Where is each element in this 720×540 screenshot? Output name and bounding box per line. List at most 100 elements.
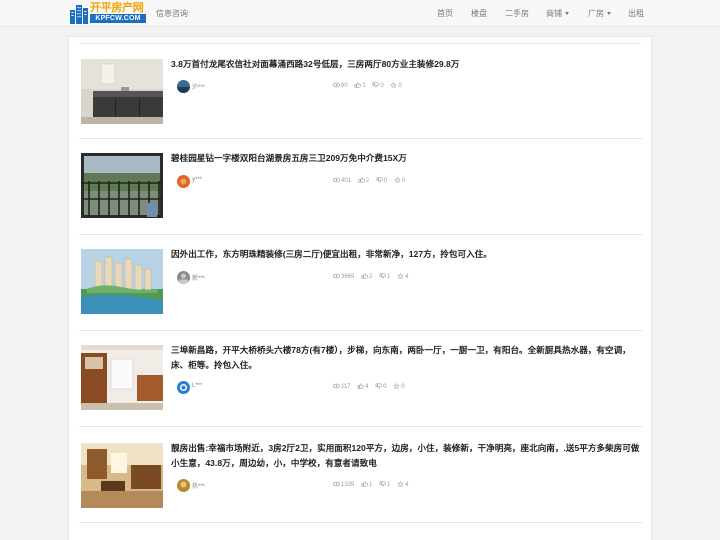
avatar[interactable]: [177, 175, 190, 188]
nav-rent[interactable]: 出租: [628, 0, 644, 27]
nav-new-homes[interactable]: 楼盘: [471, 0, 487, 27]
likes-count: 1: [362, 83, 366, 89]
nav-second-hand[interactable]: 二手房: [505, 0, 529, 27]
views-stat: 1339: [333, 481, 354, 488]
nav-home-label: 首页: [437, 9, 453, 18]
listing-stats: 401 2 0 0: [333, 177, 410, 184]
views-stat: 401: [333, 177, 351, 184]
favorites-stat[interactable]: 0: [393, 383, 405, 390]
listing-title[interactable]: 3.8万首付龙尾农信社对面幕涌西路32号低层，三房两厅80方业主装修29.8万: [171, 57, 641, 72]
likes-stat[interactable]: 4: [357, 383, 369, 390]
eye-icon: [333, 177, 340, 183]
dislikes-count: 0: [383, 384, 387, 390]
nav-info-link[interactable]: 信息咨询: [156, 0, 188, 27]
dislikes-stat[interactable]: 1: [379, 481, 390, 488]
username[interactable]: 热***: [192, 481, 205, 490]
listing-stats: 1339 1 1 4: [333, 481, 413, 488]
listing-item[interactable]: 因外出工作，东方明珠精装修(三房二厅)便宜出租，非常新净，127方，拎包可入住。…: [79, 235, 643, 331]
dislikes-count: 1: [387, 274, 391, 280]
nav-new-homes-label: 楼盘: [471, 9, 487, 18]
listing-thumbnail[interactable]: [81, 443, 163, 508]
dislikes-stat[interactable]: 0: [375, 383, 387, 390]
star-icon: [394, 177, 401, 183]
likes-stat[interactable]: 2: [358, 177, 369, 184]
listing-stats: 3669 2 1 4: [333, 273, 413, 280]
username[interactable]: y***: [192, 177, 202, 183]
star-icon: [393, 383, 400, 389]
thumbs-up-icon: [361, 273, 368, 279]
nav-shops-dropdown[interactable]: 商铺: [546, 0, 569, 27]
residential-complex-photo-icon: [81, 249, 163, 314]
thumbs-down-icon: [376, 177, 383, 183]
views-count: 3669: [341, 274, 355, 280]
star-icon: [397, 481, 404, 487]
favorites-stat[interactable]: 4: [397, 273, 408, 280]
thumbs-up-icon: [358, 177, 365, 183]
building-logo-icon: [70, 5, 88, 24]
thumbs-down-icon: [379, 481, 386, 487]
avatar[interactable]: [177, 80, 190, 93]
listing-item[interactable]: 靓房出售:幸福市场附近，3房2厅2卫，实用面积120平方，边房，小住，装修新，干…: [79, 427, 643, 523]
dislikes-count: 0: [380, 83, 384, 89]
favorites-stat[interactable]: 4: [397, 481, 408, 488]
eye-icon: [333, 273, 340, 279]
listing-thumbnail[interactable]: [81, 249, 163, 314]
thumbs-down-icon: [372, 82, 380, 88]
listing-item[interactable]: 3.8万首付龙尾农信社对面幕涌西路32号低层，三房两厅80方业主装修29.8万 …: [79, 43, 643, 139]
likes-stat[interactable]: 2: [361, 273, 372, 280]
dislikes-stat[interactable]: 0: [372, 82, 384, 89]
eye-icon: [333, 82, 340, 88]
logo-domain: KPFCW.COM: [90, 14, 146, 23]
thumbs-down-icon: [379, 273, 386, 279]
nav-factories-dropdown[interactable]: 厂房: [588, 0, 611, 27]
star-icon: [390, 82, 397, 88]
views-count: 1339: [341, 482, 355, 488]
listing-item[interactable]: 碧桂园星钻一字楼双阳台湖景房五房三卫209万免中介费15X万 y*** 401 …: [79, 139, 643, 235]
likes-stat[interactable]: 1: [361, 481, 372, 488]
nav-rent-label: 出租: [628, 9, 644, 18]
listing-panel: 3.8万首付龙尾农信社对面幕涌西路32号低层，三房两厅80方业主装修29.8万 …: [68, 36, 652, 540]
balcony-photo-icon: [81, 153, 163, 218]
logo-text: 开平房产网: [90, 1, 144, 14]
favorites-stat[interactable]: 0: [394, 177, 405, 184]
eye-icon: [333, 481, 340, 487]
listing-title[interactable]: 碧桂园星钻一字楼双阳台湖景房五房三卫209万免中介费15X万: [171, 151, 641, 166]
username[interactable]: 新***: [192, 273, 205, 282]
views-stat: 60: [333, 82, 348, 89]
favorites-count: 0: [401, 384, 405, 390]
nav-shops-label: 商铺: [546, 9, 562, 18]
favorites-count: 4: [405, 482, 409, 488]
thumbs-up-icon: [354, 82, 362, 88]
site-logo[interactable]: 开平房产网 KPFCW.COM: [69, 1, 147, 25]
thumbs-down-icon: [375, 383, 383, 389]
nav-second-hand-label: 二手房: [505, 9, 529, 18]
username[interactable]: 沪***: [192, 82, 205, 91]
listing-title[interactable]: 因外出工作，东方明珠精装修(三房二厅)便宜出租，非常新净，127方，拎包可入住。: [171, 247, 641, 262]
views-count: 401: [341, 178, 352, 184]
listing-meta: L*** 117 4 0 0: [177, 381, 577, 395]
listing-thumbnail[interactable]: [81, 345, 163, 410]
dislikes-stat[interactable]: 0: [376, 177, 387, 184]
avatar[interactable]: [177, 381, 190, 394]
avatar[interactable]: [177, 271, 190, 284]
nav-menu: 首页 楼盘 二手房 商铺 厂房 出租: [420, 0, 660, 27]
chevron-down-icon: [565, 12, 569, 15]
listing-title[interactable]: 靓房出售:幸福市场附近，3房2厅2卫，实用面积120平方，边房，小住，装修新，干…: [171, 441, 641, 471]
username[interactable]: L***: [192, 383, 202, 389]
listing-meta: y*** 401 2 0 0: [177, 175, 577, 189]
favorites-stat[interactable]: 0: [390, 82, 402, 89]
listing-thumbnail[interactable]: [81, 59, 163, 124]
listing-item[interactable]: 三埠新昌路，开平大桥桥头六楼78方(有7楼），步梯，向东南，两卧一厅，一厨一卫，…: [79, 331, 643, 427]
likes-stat[interactable]: 1: [354, 82, 366, 89]
views-stat: 3669: [333, 273, 354, 280]
listing-meta: 沪*** 60 1 0 0: [177, 80, 577, 94]
thumbs-up-icon: [361, 481, 368, 487]
thumbs-up-icon: [357, 383, 365, 389]
favorites-count: 0: [401, 178, 406, 184]
dislikes-stat[interactable]: 1: [379, 273, 390, 280]
nav-home[interactable]: 首页: [437, 0, 453, 27]
listing-title[interactable]: 三埠新昌路，开平大桥桥头六楼78方(有7楼），步梯，向东南，两卧一厅，一厨一卫，…: [171, 343, 641, 373]
navbar: 开平房产网 KPFCW.COM 信息咨询 首页 楼盘 二手房 商铺 厂房 出租: [0, 0, 720, 27]
avatar[interactable]: [177, 479, 190, 492]
listing-thumbnail[interactable]: [81, 153, 163, 218]
